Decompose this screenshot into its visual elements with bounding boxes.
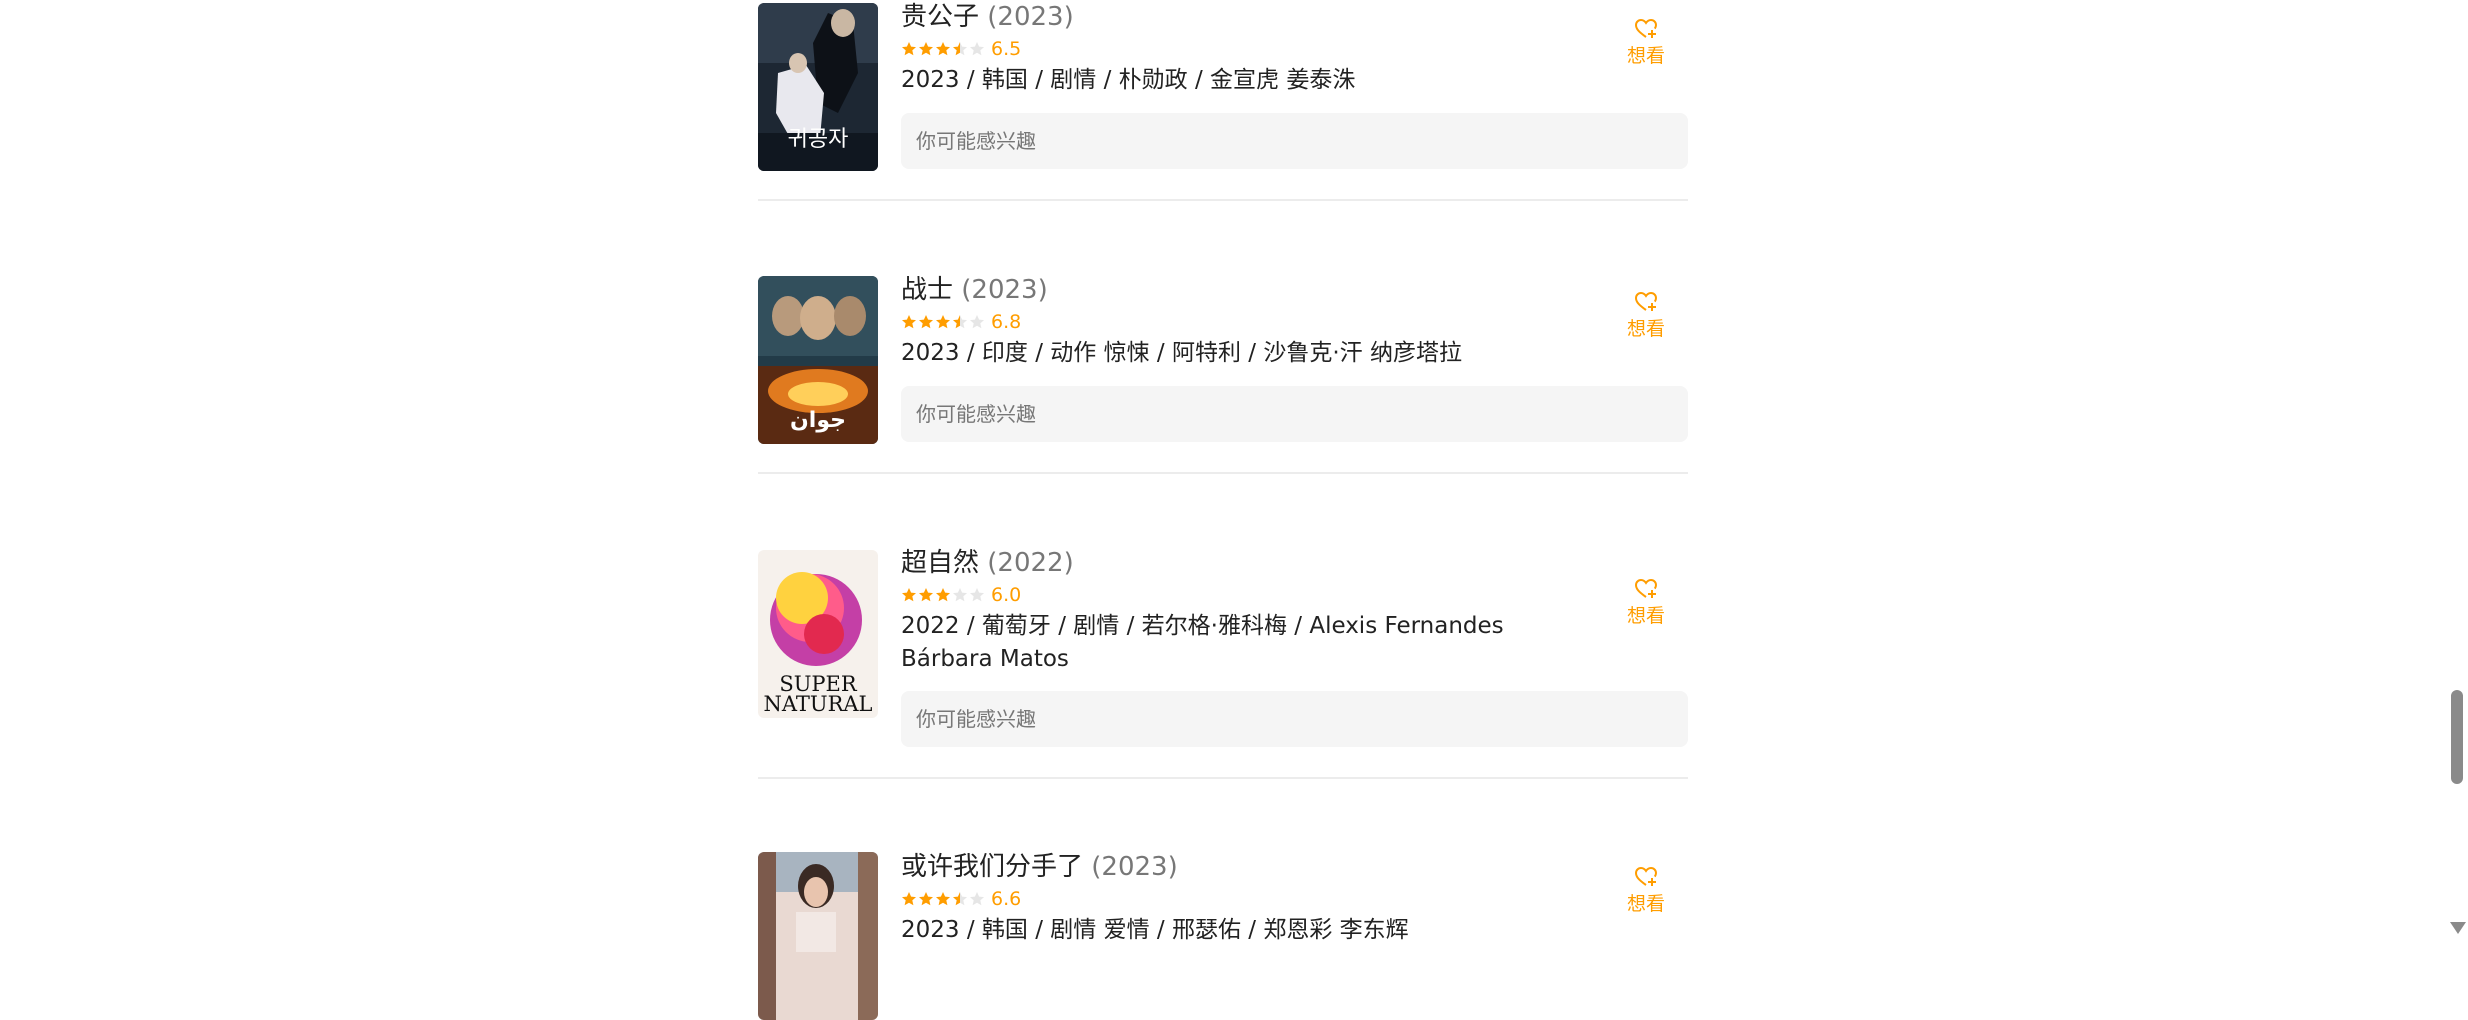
rating-stars	[901, 891, 985, 907]
item-divider	[758, 472, 1688, 474]
star-full-icon	[902, 42, 916, 56]
star-empty-icon	[970, 892, 984, 906]
star-full-icon	[936, 892, 950, 906]
want-to-watch-label: 想看	[1626, 893, 1665, 915]
heart-plus-icon	[1634, 866, 1658, 886]
heart-plus-icon	[1634, 291, 1658, 311]
rating-score: 6.6	[991, 888, 1022, 910]
poster-image	[758, 852, 878, 1020]
rating-stars	[901, 587, 985, 603]
movie-title-line[interactable]: 或许我们分手了 (2023)	[901, 850, 1178, 884]
movie-title-line[interactable]: 超自然 (2022)	[901, 546, 1074, 580]
poster-title-text: جوان	[790, 408, 846, 433]
interest-box[interactable]: 你可能感兴趣	[901, 691, 1688, 747]
movie-meta: 2023 / 韩国 / 剧情 / 朴勋政 / 金宣虎 姜泰洙	[901, 67, 1356, 93]
scroll-down-arrow-icon[interactable]	[2450, 922, 2466, 934]
movie-year: (2022)	[987, 548, 1074, 578]
movie-poster[interactable]: SUPER NATURAL	[758, 550, 878, 718]
rating: 6.0	[901, 584, 1021, 606]
movie-title-line[interactable]: 战士 (2023)	[901, 273, 1048, 307]
want-to-watch-label: 想看	[1626, 318, 1665, 340]
movie-year: (2023)	[987, 2, 1074, 32]
interest-box[interactable]: 你可能感兴趣	[901, 113, 1688, 169]
movie-meta: 2022 / 葡萄牙 / 剧情 / 若尔格·雅科梅 / Alexis Ferna…	[901, 613, 1504, 672]
rating-score: 6.0	[991, 584, 1022, 606]
want-to-watch-button[interactable]: 想看	[1623, 18, 1669, 68]
movie-poster[interactable]: 귀공자	[758, 3, 878, 171]
movie-title-line[interactable]: 贵公子 (2023)	[901, 0, 1074, 34]
movie-year: (2023)	[1091, 852, 1178, 882]
star-empty-icon	[970, 315, 984, 329]
star-full-icon	[919, 588, 933, 602]
star-full-icon	[902, 892, 916, 906]
movie-meta: 2023 / 印度 / 动作 惊悚 / 阿特利 / 沙鲁克·汗 纳彦塔拉	[901, 340, 1462, 366]
rating-stars	[901, 41, 985, 57]
movie-poster[interactable]: جوان	[758, 276, 878, 444]
star-full-icon	[919, 315, 933, 329]
star-empty-icon	[970, 588, 984, 602]
heart-plus-icon	[1634, 578, 1658, 598]
movie-title[interactable]: 贵公子	[901, 2, 979, 32]
movie-title[interactable]: 或许我们分手了	[901, 852, 1083, 882]
want-to-watch-label: 想看	[1626, 605, 1665, 627]
want-to-watch-button[interactable]: 想看	[1623, 866, 1669, 916]
rating-stars	[901, 314, 985, 330]
star-half-icon	[953, 315, 967, 329]
star-full-icon	[902, 588, 916, 602]
want-to-watch-label: 想看	[1626, 45, 1665, 67]
poster-title-text: 귀공자	[787, 127, 849, 152]
movie-year: (2023)	[961, 275, 1048, 305]
scrollbar-thumb[interactable]	[2451, 690, 2463, 784]
heart-plus-icon	[1634, 18, 1658, 38]
star-empty-icon	[953, 588, 967, 602]
interest-box[interactable]: 你可能感兴趣	[901, 386, 1688, 442]
star-full-icon	[902, 315, 916, 329]
star-empty-icon	[970, 42, 984, 56]
rating: 6.8	[901, 311, 1021, 333]
star-full-icon	[936, 315, 950, 329]
star-full-icon	[919, 892, 933, 906]
star-full-icon	[936, 42, 950, 56]
rating: 6.6	[901, 888, 1021, 910]
star-half-icon	[953, 42, 967, 56]
rating-score: 6.8	[991, 311, 1022, 333]
star-full-icon	[936, 588, 950, 602]
star-half-icon	[953, 892, 967, 906]
movie-poster[interactable]	[758, 852, 878, 1020]
rating-score: 6.5	[991, 38, 1022, 60]
item-divider	[758, 199, 1688, 201]
star-full-icon	[919, 42, 933, 56]
rating: 6.5	[901, 38, 1021, 60]
movie-meta: 2023 / 韩国 / 剧情 爱情 / 邢瑟佑 / 郑恩彩 李东辉	[901, 917, 1409, 943]
movie-title[interactable]: 超自然	[901, 548, 979, 578]
want-to-watch-button[interactable]: 想看	[1623, 578, 1669, 628]
want-to-watch-button[interactable]: 想看	[1623, 291, 1669, 341]
item-divider	[758, 777, 1688, 779]
poster-title-text: SUPER NATURAL	[763, 672, 873, 716]
movie-title[interactable]: 战士	[901, 275, 953, 305]
